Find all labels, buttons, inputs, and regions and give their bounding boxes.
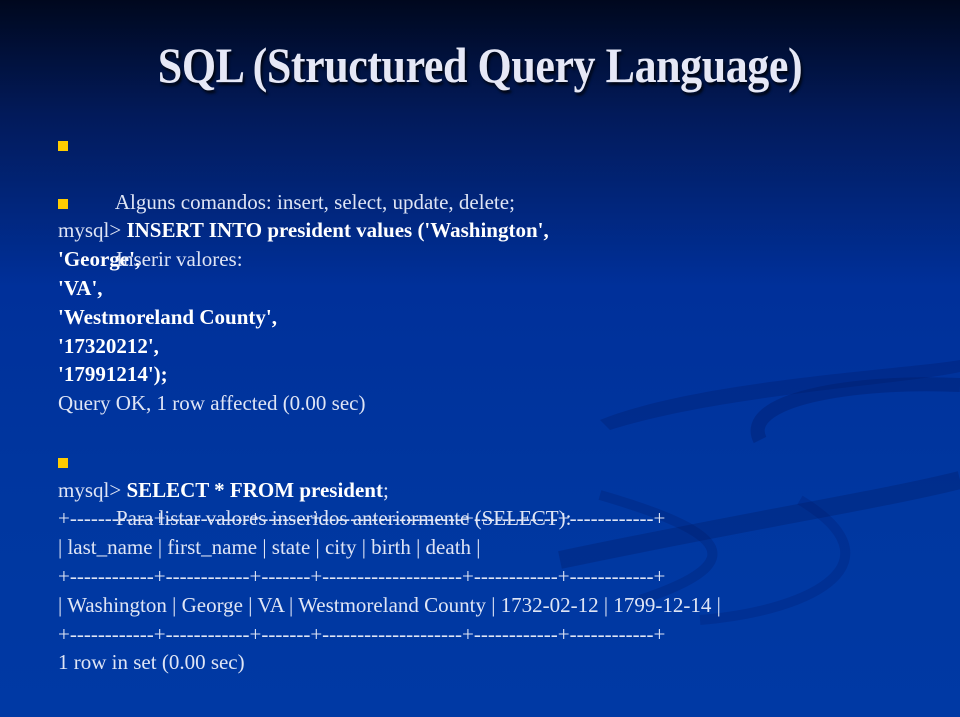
slide-content: Alguns comandos: insert, select, update,…: [58, 130, 948, 677]
table-header-row: | last_name | first_name | state | city …: [58, 535, 481, 560]
insert-result: Query OK, 1 row affected (0.00 sec): [58, 391, 366, 416]
insert-value: '17991214');: [58, 362, 168, 387]
square-bullet-icon: [58, 457, 68, 468]
bullet-item: Alguns comandos: insert, select, update,…: [58, 130, 948, 214]
mysql-prompt: mysql>: [58, 218, 127, 243]
bullet-text: Para listar valores inseridos anteriorme…: [116, 506, 572, 531]
bullet-item: Para listar valores inseridos anteriorme…: [58, 447, 948, 530]
table-separator: +------------+------------+-------+-----…: [58, 563, 666, 588]
select-terminator: ;: [382, 477, 389, 502]
square-bullet-icon: [58, 141, 68, 151]
insert-value: '17320212',: [58, 333, 159, 358]
bullet-text: Inserir valores:: [116, 247, 243, 272]
insert-value: 'Westmoreland County',: [58, 304, 277, 329]
square-bullet-icon: [58, 198, 68, 209]
slide-title: SQL (Structured Query Language): [157, 37, 803, 93]
table-row: | Washington | George | VA | Westmorelan…: [58, 592, 721, 617]
insert-command-line: mysql> INSERT INTO president values ('Wa…: [58, 216, 948, 245]
select-command: SELECT * FROM president: [126, 477, 383, 502]
select-command-line: mysql> SELECT * FROM president;: [58, 476, 948, 505]
insert-value: 'VA',: [58, 275, 103, 300]
select-result: 1 row in set (0.00 sec): [58, 650, 245, 675]
mysql-prompt: mysql>: [58, 477, 127, 502]
bullet-item: Inserir valores:: [58, 188, 948, 271]
insert-command: INSERT INTO president values ('Washingto…: [126, 218, 549, 243]
table-separator: +------------+------------+-------+-----…: [58, 621, 666, 646]
